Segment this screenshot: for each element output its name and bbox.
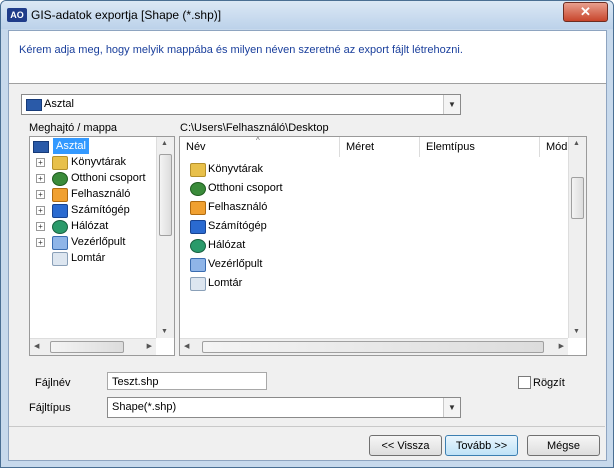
lock-label: Rögzít	[533, 377, 565, 389]
scroll-down-icon[interactable]: ▼	[573, 328, 580, 335]
network-icon	[190, 239, 206, 253]
cancel-button[interactable]: Mégse	[527, 435, 600, 456]
scroll-left-icon[interactable]: ◀	[34, 342, 39, 350]
homegroup-icon	[190, 182, 206, 196]
column-header-label: Név	[186, 141, 206, 153]
scroll-left-icon[interactable]: ◀	[184, 342, 189, 350]
scroll-thumb[interactable]	[202, 341, 544, 353]
control-panel-icon	[190, 258, 206, 272]
instruction-text: Kérem adja meg, hogy melyik mappába és m…	[19, 44, 463, 56]
filetype-value: Shape(*.shp)	[112, 401, 177, 413]
scroll-down-icon[interactable]: ▼	[161, 328, 168, 335]
filetype-select[interactable]: Shape(*.shp) ▼	[107, 397, 461, 418]
list-item-label: Számítógép	[208, 220, 267, 232]
export-dialog-window: AO GIS-adatok exportja [Shape (*.shp)] ✕…	[0, 0, 614, 468]
back-button[interactable]: << Vissza	[369, 435, 442, 456]
column-header-name[interactable]: Név ^	[180, 137, 340, 157]
tree-item-label: Könyvtárak	[71, 156, 127, 168]
tree-label: Meghajtó / mappa	[29, 122, 118, 134]
tree-root-label: Asztal	[53, 138, 89, 154]
tree-horizontal-scrollbar[interactable]: ◀ ▶	[30, 338, 156, 355]
user-folder-icon	[52, 188, 68, 202]
list-item-label: Könyvtárak	[208, 163, 264, 175]
recycle-bin-icon	[52, 252, 68, 266]
current-path: C:\Users\Felhasználó\Desktop	[180, 122, 329, 134]
tree-item-label: Felhasználó	[71, 188, 131, 200]
column-header-label: Elemtípus	[426, 141, 475, 153]
next-button[interactable]: Tovább >>	[445, 435, 518, 456]
close-button[interactable]: ✕	[563, 2, 608, 22]
expand-icon[interactable]: +	[36, 158, 45, 167]
scroll-thumb[interactable]	[50, 341, 124, 353]
user-folder-icon	[190, 201, 206, 215]
tree-item-label: Hálózat	[71, 220, 109, 232]
tree-vertical-scrollbar[interactable]: ▲ ▼	[156, 137, 174, 338]
sort-ascending-icon: ^	[256, 136, 260, 145]
filetype-label: Fájltípus	[29, 402, 71, 414]
tree-item-label: Lomtár	[71, 252, 106, 264]
scroll-up-icon[interactable]: ▲	[161, 140, 168, 147]
app-logo-icon: AO	[7, 8, 27, 22]
desktop-icon	[26, 99, 42, 111]
column-header-type[interactable]: Elemtípus	[420, 137, 540, 157]
homegroup-icon	[52, 172, 68, 186]
chevron-down-icon[interactable]: ▼	[443, 95, 460, 114]
list-item-label: Felhasználó	[208, 201, 268, 213]
column-header-size[interactable]: Méret	[340, 137, 420, 157]
expand-icon[interactable]: +	[36, 174, 45, 183]
tree-item-label: Otthoni csoport	[71, 172, 146, 184]
column-header-modified[interactable]: Mód	[540, 137, 570, 157]
title-bar[interactable]: AO GIS-adatok exportja [Shape (*.shp)] ✕	[1, 1, 613, 29]
libraries-icon	[190, 163, 206, 177]
scroll-thumb[interactable]	[159, 154, 172, 236]
folder-tree[interactable]: Asztal + Könyvtárak + Otthoni csoport + …	[29, 136, 175, 356]
expand-icon[interactable]: +	[36, 190, 45, 199]
computer-icon	[190, 220, 206, 234]
window-title: GIS-adatok exportja [Shape (*.shp)]	[31, 8, 222, 22]
file-list[interactable]: Név ^ Méret Elemtípus Mód Könyvtárak Ott…	[179, 136, 587, 356]
list-item-label: Vezérlőpult	[208, 258, 263, 270]
tree-item-label: Számítógép	[71, 204, 130, 216]
instruction-panel: Kérem adja meg, hogy melyik mappába és m…	[9, 31, 606, 84]
list-horizontal-scrollbar[interactable]: ◀ ▶	[180, 338, 568, 355]
list-item-label: Hálózat	[208, 239, 246, 251]
scroll-right-icon[interactable]: ▶	[559, 342, 564, 350]
recycle-bin-icon	[190, 277, 206, 291]
expand-icon[interactable]: +	[36, 206, 45, 215]
column-header-label: Mód	[546, 141, 568, 153]
filename-label: Fájlnév	[35, 377, 71, 389]
divider	[9, 426, 605, 427]
list-item-label: Lomtár	[208, 277, 243, 289]
desktop-icon	[33, 141, 49, 153]
libraries-icon	[52, 156, 68, 170]
computer-icon	[52, 204, 68, 218]
chevron-down-icon[interactable]: ▼	[443, 398, 460, 417]
tree-item-label: Vezérlőpult	[71, 236, 126, 248]
scroll-right-icon[interactable]: ▶	[147, 342, 152, 350]
control-panel-icon	[52, 236, 68, 250]
lock-checkbox[interactable]	[518, 376, 531, 389]
scroll-up-icon[interactable]: ▲	[573, 140, 580, 147]
expand-icon[interactable]: +	[36, 222, 45, 231]
location-combobox[interactable]: Asztal ▼	[21, 94, 461, 115]
expand-icon[interactable]: +	[36, 238, 45, 247]
list-vertical-scrollbar[interactable]: ▲ ▼	[568, 137, 586, 338]
location-value: Asztal	[44, 98, 74, 110]
scroll-thumb[interactable]	[571, 177, 584, 219]
filename-input[interactable]: Teszt.shp	[107, 372, 267, 390]
list-item-label: Otthoni csoport	[208, 182, 283, 194]
column-header-label: Méret	[346, 141, 375, 153]
network-icon	[52, 220, 68, 234]
